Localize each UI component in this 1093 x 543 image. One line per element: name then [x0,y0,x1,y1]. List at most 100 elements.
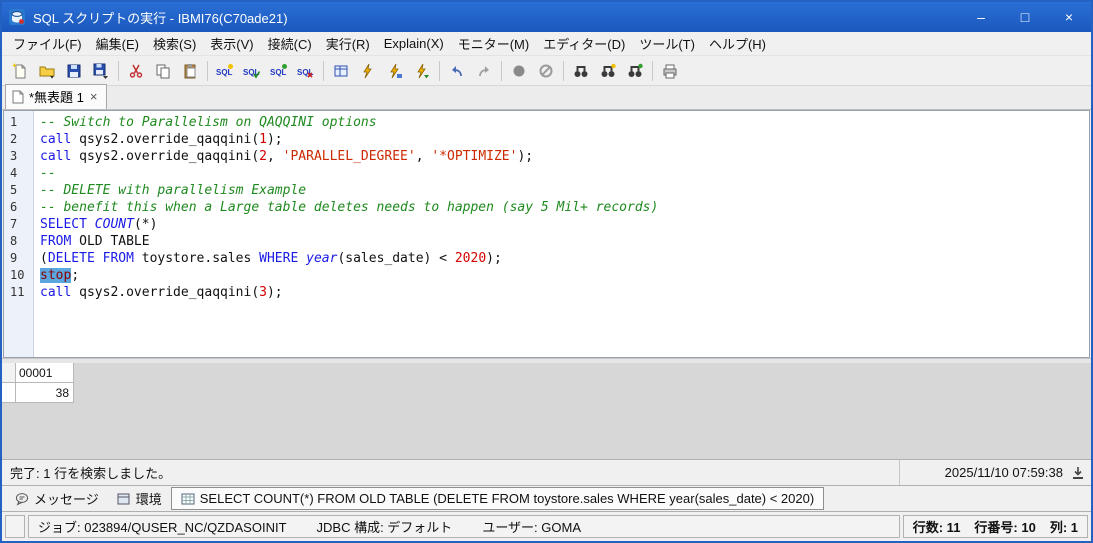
maximize-button[interactable]: □ [1003,2,1047,32]
paste-button[interactable] [177,59,203,83]
tab-messages-label: メッセージ [34,492,99,507]
find-next-button[interactable] [595,59,621,83]
find-next-binoculars-icon [601,63,616,77]
line-number: 11 [10,285,25,299]
result-grid-icon [181,493,195,504]
toolbar-separator [501,60,502,81]
tab-result-set[interactable]: SELECT COUNT(*) FROM OLD TABLE (DELETE F… [170,487,825,510]
line-number: 1 [10,115,18,129]
sql-validate-button[interactable]: SQL [266,59,292,83]
user-info: ユーザー: GOMA [482,520,581,535]
menu-item-0[interactable]: ファイル(F) [6,32,89,55]
open-folder-icon [39,66,55,79]
line-number-gutter: 1 2 3 4 5 6 7 8 9 10 11 [4,111,34,357]
menu-item-1[interactable]: 編集(E) [89,32,146,55]
menu-item-5[interactable]: 実行(R) [319,32,377,55]
menu-item-4[interactable]: 接続(C) [261,32,319,55]
sql-editor[interactable]: 1 2 3 4 5 6 7 8 9 10 11 -- Switch to Parallelism o… [3,110,1090,358]
toolbar-separator [207,60,208,81]
editor-tab-close-icon[interactable]: × [89,89,99,104]
menu-item-7[interactable]: モニター(M) [451,32,537,55]
insert-from-examples-button[interactable] [328,59,354,83]
stop-run-button[interactable] [533,59,559,83]
environment-icon [117,493,130,504]
code-area[interactable]: -- Switch to Parallelism on QAQQINI opti… [34,111,1089,357]
sql-generate-icon: SQL [297,68,314,78]
app-database-icon [8,8,26,26]
toolbar-separator [323,60,324,81]
editor-tab-untitled-1[interactable]: *無表題 1 × [5,84,107,109]
redo-button[interactable] [471,59,497,83]
timestamp-area: 2025/11/10 07:59:38 [899,460,1085,485]
menu-item-2[interactable]: 検索(S) [146,32,203,55]
close-button[interactable]: × [1047,2,1091,32]
sql-format-icon: SQL [243,68,261,78]
line-number: 4 [10,166,18,180]
row-count: 行数: 11 [912,520,961,535]
tab-messages[interactable]: メッセージ [6,486,108,511]
cut-button[interactable] [123,59,149,83]
save-dropdown-icon [93,63,108,79]
line-number: 5 [10,183,18,197]
line-number: 9 [10,251,18,265]
grid-row-header [2,383,16,403]
line-number: 2 [10,132,18,146]
code-line: -- Switch to Parallelism on QAQQINI opti… [40,115,377,130]
new-script-button[interactable] [7,59,33,83]
menu-item-9[interactable]: ツール(T) [632,32,702,55]
editor-tab-strip: *無表題 1 × [2,84,1091,110]
sql-format-button[interactable]: SQL [239,59,265,83]
menu-item-8[interactable]: エディター(D) [536,32,632,55]
find-selection-button[interactable] [622,59,648,83]
run-all-button[interactable] [355,59,381,83]
copy-button[interactable] [150,59,176,83]
results-grid[interactable]: 00001 38 [2,363,75,403]
grid-column-header[interactable]: 00001 [16,363,74,383]
completion-message: 完了: 1 行を検索しました。 [10,466,172,481]
open-button[interactable] [34,59,60,83]
undo-arrow-icon [452,65,462,76]
status-bar: ジョブ: 023894/QUSER_NC/QZDASOINIT JDBC 構成:… [2,511,1091,541]
menu-item-6[interactable]: Explain(X) [377,34,451,53]
save-results-icon[interactable] [1071,466,1085,480]
sql-syntax-check-button[interactable]: SQL [212,59,238,83]
toolbar-separator [439,60,440,81]
undo-button[interactable] [444,59,470,83]
bottom-tab-strip: メッセージ 環境 SELECT COUNT(*) FROM OLD TABLE … [2,485,1091,511]
title-bar[interactable]: SQL スクリプトの実行 - IBMI76(C70ade21) – □ × [2,2,1091,32]
toolbar-separator [563,60,564,81]
stop-run-icon [539,64,553,77]
grid-value-cell[interactable]: 38 [16,383,74,403]
run-selected-button[interactable] [382,59,408,83]
code-line: FROM OLD TABLE [40,234,150,249]
run-from-cursor-lightning-icon [417,63,429,78]
run-selected-lightning-icon [390,63,402,78]
window-title: SQL スクリプトの実行 - IBMI76(C70ade21) [33,10,288,26]
save-button[interactable] [61,59,87,83]
script-page-icon [12,90,24,103]
sql-syntax-check-icon: SQL [216,63,233,77]
menu-item-3[interactable]: 表示(V) [203,32,260,55]
menu-item-10[interactable]: ヘルプ(H) [702,32,773,55]
minimize-button[interactable]: – [959,2,1003,32]
run-from-cursor-button[interactable] [409,59,435,83]
run-sql-scripts-window: SQL スクリプトの実行 - IBMI76(C70ade21) – □ × ファ… [0,0,1093,543]
column-indicator: 列: 1 [1049,520,1078,535]
sql-generate-button[interactable]: SQL [293,59,319,83]
jdbc-config: JDBC 構成: デフォルト [316,520,453,535]
results-panel: 00001 38 [2,363,1091,459]
code-line: -- [40,166,56,181]
code-line: call qsys2.override_qaqqini(3); [40,285,283,300]
find-button[interactable] [568,59,594,83]
printer-button[interactable] [657,59,683,83]
line-number: 10 [10,268,25,282]
tab-environment[interactable]: 環境 [108,486,171,511]
find-binoculars-icon [574,65,588,77]
menu-bar: ファイル(F) 編集(E) 検索(S) 表示(V) 接続(C) 実行(R) Explain(… [2,32,1091,56]
redo-arrow-icon [479,65,489,76]
printer-icon [663,64,677,78]
record-button[interactable] [506,59,532,83]
result-status-line: 完了: 1 行を検索しました。 2025/11/10 07:59:38 [2,459,1091,485]
code-line: -- benefit this when a Large table delet… [40,200,659,215]
save-dropdown-button[interactable] [88,59,114,83]
